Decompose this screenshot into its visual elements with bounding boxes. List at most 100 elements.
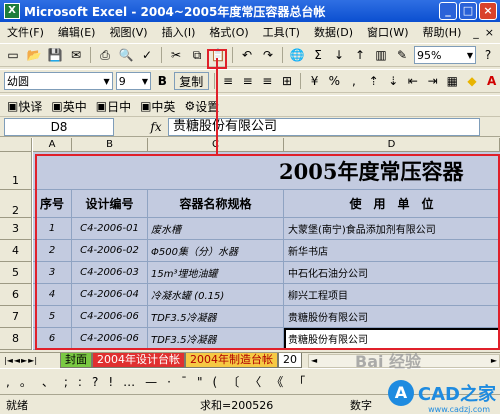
formula-input[interactable]: 贵糖股份有限公司 [168, 117, 480, 136]
save-icon[interactable]: 💾 [46, 46, 64, 64]
table-cell[interactable]: 贵糖股份有限公司 [284, 306, 500, 328]
header-cell-no[interactable]: 序号 [33, 190, 72, 218]
tab-2004-manufacture[interactable]: 2004年制造台帐 [185, 353, 278, 368]
row-header-2[interactable]: 2 [0, 190, 32, 218]
symbol-icon[interactable]: 、 [42, 373, 54, 390]
symbol-icon[interactable]: " [197, 375, 203, 389]
merge-center-icon[interactable]: ⊞ [279, 72, 296, 90]
menu-data[interactable]: 数据(D) [307, 24, 360, 40]
first-sheet-icon[interactable]: |◄ [4, 356, 13, 365]
table-cell[interactable]: 中石化石油分公司 [284, 262, 500, 284]
menu-insert[interactable]: 插入(I) [155, 24, 203, 40]
close-button[interactable]: × [479, 2, 497, 20]
row-header-4[interactable]: 4 [0, 240, 32, 262]
currency-icon[interactable]: ¥ [306, 72, 323, 90]
column-header-d[interactable]: D [284, 138, 500, 152]
symbol-icon[interactable]: 。 [20, 373, 32, 390]
tab-2005[interactable]: 20 [278, 353, 302, 368]
font-select[interactable]: 幼圆 ▼ [4, 72, 113, 90]
sheet-title[interactable]: 2005年度常压容器 [33, 152, 500, 190]
fill-color-icon[interactable]: ◆ [464, 72, 481, 90]
align-center-icon[interactable]: ≡ [239, 72, 256, 90]
table-cell[interactable]: 15m³埋地油罐 [148, 262, 284, 284]
table-cell[interactable]: C4-2006-06 [72, 328, 148, 350]
table-cell[interactable]: Φ500集（分）水器 [148, 240, 284, 262]
open-icon[interactable]: 📂 [25, 46, 43, 64]
table-cell[interactable]: C4-2006-06 [72, 306, 148, 328]
translate-zh-en-button[interactable]: ▣ 中英 [137, 97, 178, 115]
doc-minimize-button[interactable]: _ [473, 26, 479, 39]
symbol-icon[interactable]: ; [64, 375, 68, 389]
last-sheet-icon[interactable]: ►| [28, 356, 37, 365]
table-cell[interactable]: 6 [33, 328, 72, 350]
header-cell-unit[interactable]: 使 用 单 位 [284, 190, 500, 218]
indent-icon[interactable]: ⇤ [405, 72, 422, 90]
menu-tools[interactable]: 工具(T) [256, 24, 307, 40]
table-cell[interactable]: 4 [33, 284, 72, 306]
bold-button[interactable]: B [154, 72, 171, 90]
symbol-icon[interactable]: ? [92, 375, 98, 389]
column-header-b[interactable]: B [72, 138, 148, 152]
outdent-icon[interactable]: ⇥ [424, 72, 441, 90]
symbol-icon[interactable]: · [167, 375, 171, 389]
align-left-icon[interactable]: ≡ [220, 72, 237, 90]
table-cell[interactable]: C4-2006-03 [72, 262, 148, 284]
help-icon[interactable]: ? [479, 46, 497, 64]
name-box[interactable]: D8 [4, 117, 114, 136]
align-right-icon[interactable]: ≡ [259, 72, 276, 90]
header-cell-code[interactable]: 设计编号 [72, 190, 148, 218]
menu-help[interactable]: 帮助(H) [416, 24, 469, 40]
table-cell[interactable]: 3 [33, 262, 72, 284]
copy-icon[interactable]: ⧉ [188, 46, 206, 64]
translate-en-zh-button[interactable]: ▣ 英中 [48, 97, 89, 115]
spell-icon[interactable]: ✓ [138, 46, 156, 64]
maximize-button[interactable]: □ [459, 2, 477, 20]
menu-window[interactable]: 窗口(W) [360, 24, 415, 40]
minimize-button[interactable]: _ [439, 2, 457, 20]
print-icon[interactable]: ⎙ [96, 46, 114, 64]
row-header-7[interactable]: 7 [0, 306, 32, 328]
font-size-select[interactable]: 9 ▼ [115, 72, 152, 90]
translate-quick-button[interactable]: ▣ 快译 [4, 97, 45, 115]
table-cell[interactable]: 2 [33, 240, 72, 262]
symbol-icon[interactable]: … [123, 375, 135, 389]
table-cell[interactable]: 废水槽 [148, 218, 284, 240]
percent-icon[interactable]: % [326, 72, 343, 90]
table-cell[interactable]: C4-2006-01 [72, 218, 148, 240]
table-cell[interactable]: C4-2006-04 [72, 284, 148, 306]
row-header-8[interactable]: 8 [0, 328, 32, 350]
undo-icon[interactable]: ↶ [238, 46, 256, 64]
symbol-icon[interactable]: 〈 [249, 373, 261, 390]
table-cell[interactable]: 柳兴工程项目 [284, 284, 500, 306]
permission-icon[interactable]: ✉ [67, 46, 85, 64]
symbol-icon[interactable]: 「 [293, 373, 305, 390]
tab-2004-design[interactable]: 2004年设计台帐 [92, 353, 185, 368]
fx-icon[interactable]: fx [144, 120, 168, 134]
sort-desc-icon[interactable]: ↑ [351, 46, 369, 64]
borders-icon[interactable]: ▦ [444, 72, 461, 90]
table-cell[interactable]: 1 [33, 218, 72, 240]
menu-edit[interactable]: 编辑(E) [51, 24, 103, 40]
sort-asc-icon[interactable]: ↓ [330, 46, 348, 64]
increase-decimal-icon[interactable]: ⇡ [365, 72, 382, 90]
cut-icon[interactable]: ✂ [167, 46, 185, 64]
row-header-3[interactable]: 3 [0, 218, 32, 240]
decrease-decimal-icon[interactable]: ⇣ [385, 72, 402, 90]
autosum-icon[interactable]: Σ [309, 46, 327, 64]
hyperlink-icon[interactable]: 🌐 [288, 46, 306, 64]
select-all-corner[interactable] [0, 138, 32, 152]
symbol-icon[interactable]: 〔 [227, 373, 239, 390]
doc-close-button[interactable]: × [485, 26, 494, 39]
chart-icon[interactable]: ▥ [372, 46, 390, 64]
row-header-6[interactable]: 6 [0, 284, 32, 306]
row-header-5[interactable]: 5 [0, 262, 32, 284]
comma-icon[interactable]: , [346, 72, 363, 90]
menu-view[interactable]: 视图(V) [102, 24, 154, 40]
table-cell[interactable]: 大蒙堡(南宁)食品添加剂有限公司 [284, 218, 500, 240]
redo-icon[interactable]: ↷ [259, 46, 277, 64]
table-cell[interactable]: 冷凝水罐 (0.15) [148, 284, 284, 306]
menu-file[interactable]: 文件(F) [0, 24, 51, 40]
table-cell[interactable]: TDF3.5冷凝器 [148, 306, 284, 328]
selected-cell-d8[interactable]: 贵糖股份有限公司 [284, 328, 500, 350]
tab-cover[interactable]: 封面 [60, 353, 92, 368]
